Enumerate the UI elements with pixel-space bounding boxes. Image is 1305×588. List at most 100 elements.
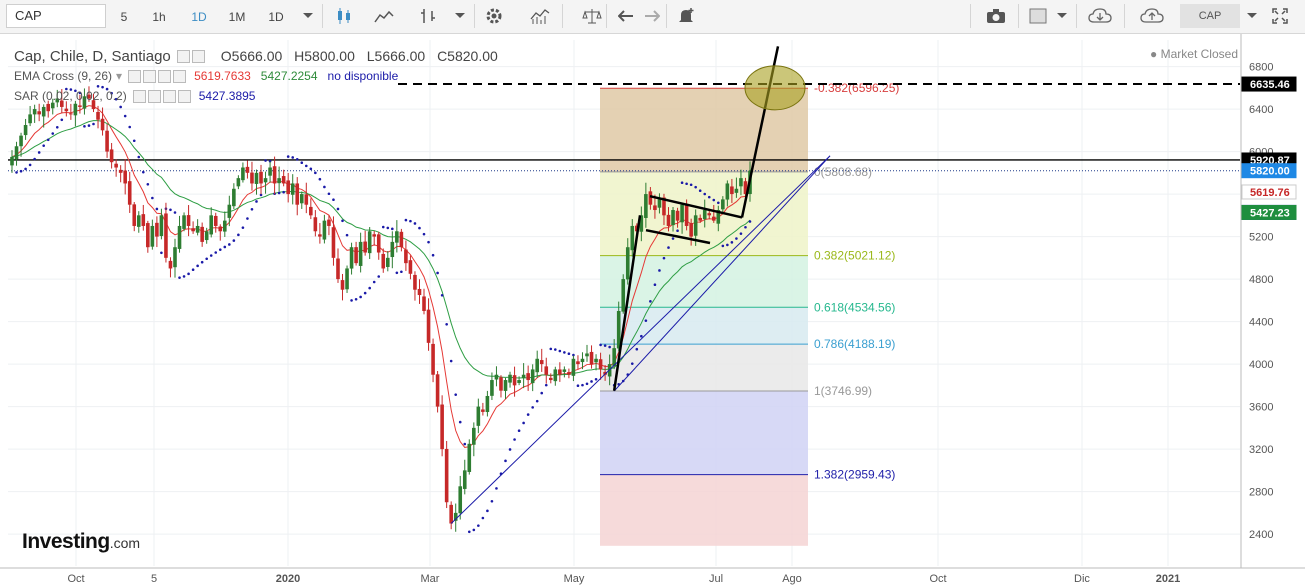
sar-dot bbox=[676, 229, 679, 233]
sar-dot bbox=[15, 171, 18, 174]
candle-body bbox=[268, 167, 272, 176]
candle-body bbox=[449, 504, 453, 524]
candle-body bbox=[730, 186, 734, 195]
interval-1m-button[interactable]: 1M bbox=[220, 4, 254, 28]
candle-body bbox=[277, 178, 281, 184]
sar-dot bbox=[694, 185, 697, 189]
fib-level-label: 0.382(5021.12) bbox=[814, 249, 895, 263]
candle-body bbox=[472, 427, 476, 445]
candle-body bbox=[413, 274, 417, 290]
candle-body bbox=[299, 194, 304, 204]
candle-body bbox=[426, 309, 431, 343]
sar-dot bbox=[490, 499, 494, 503]
sar-dot bbox=[372, 280, 376, 284]
sar-dot bbox=[667, 246, 670, 249]
investing-logo: Investing.com bbox=[22, 530, 141, 553]
sar-dot bbox=[218, 248, 222, 251]
legend-settings-icon[interactable] bbox=[176, 49, 207, 63]
interval-1h-button[interactable]: 1h bbox=[142, 4, 176, 28]
candle-body bbox=[625, 247, 630, 280]
sar-dot bbox=[458, 420, 462, 424]
sar-settings-icon[interactable] bbox=[132, 89, 193, 103]
candle-body bbox=[218, 226, 223, 232]
chevron-down-icon[interactable] bbox=[1238, 4, 1266, 28]
candle-body bbox=[711, 216, 716, 221]
sar-dot bbox=[549, 347, 553, 351]
cloud-download-icon[interactable] bbox=[1086, 4, 1114, 28]
candle-body bbox=[435, 374, 440, 407]
period-select[interactable]: 1D bbox=[258, 4, 294, 28]
sar-dot bbox=[603, 344, 607, 347]
candlestick-icon[interactable] bbox=[330, 4, 358, 28]
open-value: O5666.00 bbox=[220, 48, 283, 64]
sar-dot bbox=[173, 211, 177, 214]
sar-dot bbox=[209, 254, 213, 257]
x-tick-label: 2020 bbox=[276, 573, 300, 585]
y-tick-label: 2800 bbox=[1249, 487, 1273, 499]
price-axis: 2400280032003600400044004800520056006000… bbox=[1240, 34, 1273, 568]
toolbar: CAP 5 1h 1D 1M 1D CAP bbox=[0, 0, 1305, 34]
fib-level-label: 1(3746.99) bbox=[814, 384, 872, 398]
sar-dot bbox=[191, 268, 195, 272]
ema-cross-label[interactable]: EMA Cross (9, 26) bbox=[14, 69, 112, 83]
candle-body bbox=[539, 360, 544, 365]
fullscreen-icon[interactable] bbox=[1266, 4, 1294, 28]
sar-dot bbox=[345, 233, 349, 237]
redo-icon[interactable] bbox=[638, 4, 666, 28]
camera-icon[interactable] bbox=[982, 4, 1010, 28]
sar-dot bbox=[28, 163, 32, 167]
area-chart-icon[interactable] bbox=[370, 4, 398, 28]
candle-body bbox=[390, 241, 395, 258]
chart-title: Cap, Chile, D, Santiago bbox=[14, 47, 171, 65]
sar-dot bbox=[567, 352, 571, 356]
sar-dot bbox=[60, 118, 64, 122]
candle-body bbox=[177, 225, 182, 249]
sar-dot bbox=[309, 167, 313, 171]
sar-dot bbox=[563, 351, 566, 354]
candle-body bbox=[698, 217, 702, 221]
sar-dot bbox=[119, 105, 122, 109]
sar-dot bbox=[644, 319, 648, 322]
compare-symbol-field[interactable]: CAP bbox=[1180, 4, 1240, 28]
chevron-down-icon[interactable]: ▾ bbox=[116, 69, 122, 83]
candle-body bbox=[114, 163, 118, 168]
fib-level-label: 0.618(4534.56) bbox=[814, 300, 895, 314]
sar-dot bbox=[169, 208, 172, 212]
sar-dot bbox=[630, 362, 634, 365]
sar-dot bbox=[477, 524, 480, 527]
sar-dot bbox=[182, 275, 186, 278]
price-chart[interactable]: -0.382(6596.25)0(5808.68)0.382(5021.12)0… bbox=[0, 34, 1305, 588]
x-tick-label: Oct bbox=[67, 573, 84, 585]
sar-dot bbox=[653, 283, 657, 287]
interval-1d-button[interactable]: 1D bbox=[182, 4, 216, 28]
cloud-upload-icon[interactable] bbox=[1138, 4, 1166, 28]
sar-dot bbox=[350, 299, 353, 302]
interval-5-button[interactable]: 5 bbox=[112, 4, 136, 28]
ema-settings-icon[interactable] bbox=[128, 69, 188, 83]
chevron-down-icon[interactable] bbox=[446, 4, 474, 28]
candle-body bbox=[408, 260, 413, 274]
candle-body bbox=[381, 253, 386, 269]
undo-icon[interactable] bbox=[612, 4, 640, 28]
sar-dot bbox=[24, 167, 27, 171]
compare-scale-icon[interactable] bbox=[578, 4, 606, 28]
symbol-input[interactable]: CAP bbox=[6, 4, 106, 28]
sar-dot bbox=[363, 291, 367, 295]
candle-body bbox=[209, 215, 214, 235]
sar-dot bbox=[440, 293, 444, 297]
sar-dot bbox=[83, 125, 86, 128]
y-tick-label: 5200 bbox=[1249, 232, 1273, 244]
indicators-icon[interactable] bbox=[526, 4, 554, 28]
candle-body bbox=[512, 375, 517, 386]
alert-bell-icon[interactable] bbox=[672, 4, 700, 28]
bar-chart-icon[interactable] bbox=[414, 4, 442, 28]
sar-label[interactable]: SAR (0.02, 0.02, 0.2) bbox=[14, 89, 127, 103]
sar-dot bbox=[436, 271, 439, 275]
gear-icon[interactable] bbox=[480, 4, 508, 28]
candle-body bbox=[721, 199, 725, 210]
chevron-down-icon[interactable] bbox=[1048, 4, 1076, 28]
sar-dot bbox=[486, 509, 489, 513]
sar-dot bbox=[467, 530, 471, 534]
chevron-down-icon[interactable] bbox=[294, 4, 322, 28]
candle-body bbox=[499, 377, 503, 391]
